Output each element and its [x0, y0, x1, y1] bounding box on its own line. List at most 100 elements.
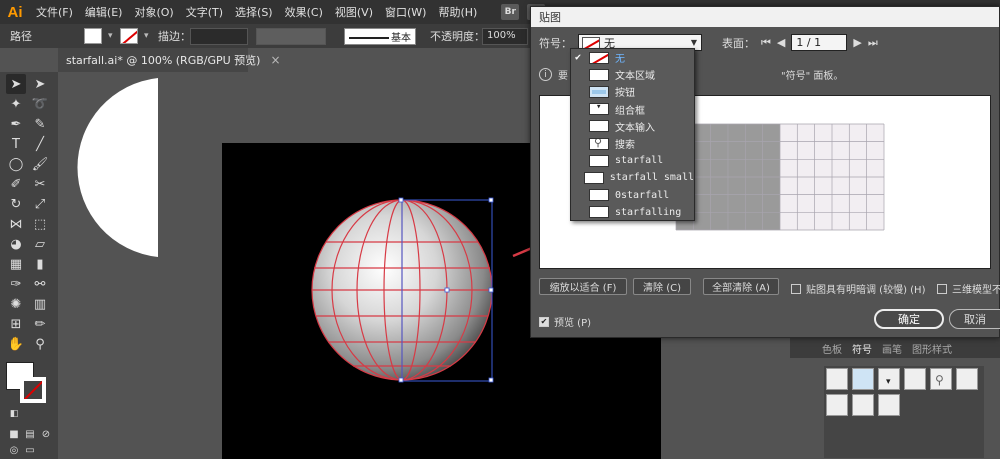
preview-checkbox-row[interactable]: ✔ 预览 (P) — [539, 314, 591, 329]
dropdown-item-none[interactable]: ✔ 无 — [571, 49, 694, 66]
scale-to-fit-button[interactable]: 缩放以适合 (F) — [539, 278, 627, 295]
menu-view[interactable]: 视图(V) — [329, 4, 379, 20]
document-title: starfall.ai* @ 100% (RGB/GPU 预览) — [66, 54, 261, 67]
stroke-weight-input[interactable] — [190, 27, 248, 45]
shaded-artwork-checkbox-row[interactable]: 贴图具有明暗调 (较慢) (H) — [791, 281, 925, 296]
type-icon[interactable]: T — [6, 134, 26, 154]
symbol-tile[interactable] — [956, 368, 978, 390]
menu-effect[interactable]: 效果(C) — [279, 4, 329, 20]
selection-tool-icon[interactable]: ➤ — [6, 74, 26, 94]
tab-brushes[interactable]: 画笔 — [882, 341, 902, 356]
cancel-button[interactable]: 取消 — [949, 309, 1000, 329]
stroke-color-box[interactable] — [20, 377, 46, 403]
symbol-tile[interactable] — [826, 394, 848, 416]
menu-select[interactable]: 选择(S) — [229, 4, 279, 20]
dropdown-item-starfall[interactable]: starfall — [571, 152, 694, 169]
free-transform-icon[interactable]: ⬚ — [30, 214, 50, 234]
symbol-tile[interactable] — [852, 368, 874, 390]
zoom-icon[interactable]: ⚲ — [30, 334, 50, 354]
shaded-artwork-checkbox[interactable] — [791, 283, 801, 294]
graph-icon[interactable]: ▥ — [30, 294, 50, 314]
magic-wand-icon[interactable]: ✦ — [6, 94, 26, 114]
menu-window[interactable]: 窗口(W) — [379, 4, 432, 20]
eyedropper-icon[interactable]: ✑ — [6, 274, 26, 294]
bridge-icon[interactable]: Br — [501, 4, 520, 20]
variable-width-select[interactable] — [256, 27, 326, 45]
surface-input[interactable]: 1 / 1 — [791, 34, 848, 51]
half-circle-shape[interactable] — [77, 78, 158, 257]
last-surface-icon[interactable]: ⏭ — [868, 36, 878, 50]
direct-selection-tool-icon[interactable]: ➤ — [30, 74, 50, 94]
document-tab[interactable]: starfall.ai* @ 100% (RGB/GPU 预览) × — [58, 48, 281, 72]
gradient-icon[interactable]: ▮ — [30, 254, 50, 274]
stroke-swatch[interactable] — [120, 28, 138, 44]
symbol-tile[interactable] — [826, 368, 848, 390]
prev-surface-icon[interactable]: ◀ — [777, 36, 785, 49]
menu-type[interactable]: 文字(T) — [180, 4, 229, 20]
symbol-tile[interactable]: ⚲ — [930, 368, 952, 390]
shaded-artwork-label: 贴图具有明暗调 (较慢) (H) — [806, 285, 926, 296]
dropdown-item-starfall-small[interactable]: starfall small — [571, 169, 694, 186]
dropdown-item-search[interactable]: 搜索 — [571, 135, 694, 152]
dropdown-item-button[interactable]: 按钮 — [571, 83, 694, 100]
dropdown-item-starfalling[interactable]: starfalling — [571, 204, 694, 221]
default-colors-icon[interactable]: ◧ — [4, 404, 24, 424]
tools-panel: ➤ ➤ ✦ ➰ ✒ ✎ T ╱ ◯ 🖌 ✐ ✂ ↻ ⤢ ⋈ ⬚ ◕ ▱ ▦ ▮ … — [0, 72, 58, 459]
ellipse-icon[interactable]: ◯ — [6, 154, 26, 174]
menu-object[interactable]: 对象(O) — [128, 4, 179, 20]
mesh-icon[interactable]: ▦ — [6, 254, 26, 274]
symbol-tile[interactable] — [852, 394, 874, 416]
preview-label: 预览 (P) — [554, 318, 592, 329]
artboard-icon[interactable]: ⊞ — [6, 314, 26, 334]
tab-swatches[interactable]: 色板 — [822, 341, 842, 356]
hand-icon[interactable]: ✋ — [6, 334, 26, 354]
scale-icon[interactable]: ⤢ — [30, 194, 50, 214]
pen-icon[interactable]: ✒ — [6, 114, 26, 134]
menu-edit[interactable]: 编辑(E) — [79, 4, 129, 20]
invisible-geometry-checkbox[interactable] — [937, 283, 947, 294]
tab-symbols[interactable]: 符号 — [852, 341, 872, 356]
shaper-icon[interactable]: ✐ — [6, 174, 26, 194]
first-surface-icon[interactable]: ⏮ — [761, 36, 771, 50]
stroke-style-select[interactable]: 基本 — [344, 27, 416, 45]
scissors-icon[interactable]: ✂ — [30, 174, 50, 194]
clear-all-button[interactable]: 全部清除 (A) — [703, 278, 779, 295]
app-logo: Ai — [7, 3, 23, 21]
dropdown-item-combo-box[interactable]: 组合框 — [571, 101, 694, 118]
opacity-input[interactable]: 100% — [482, 27, 528, 45]
preview-checkbox[interactable]: ✔ — [539, 316, 549, 327]
stroke-style-value: 基本 — [391, 32, 411, 44]
slice-icon[interactable]: ✏ — [30, 314, 50, 334]
invisible-geometry-checkbox-row[interactable]: 三维模型不可见 (V) — [937, 281, 1000, 296]
fill-dropdown-icon[interactable]: ▾ — [108, 31, 113, 41]
curvature-icon[interactable]: ✎ — [30, 114, 50, 134]
next-surface-icon[interactable]: ▶ — [853, 36, 861, 49]
fill-swatch[interactable] — [84, 28, 102, 44]
ok-button[interactable]: 确定 — [874, 309, 944, 329]
paintbrush-icon[interactable]: 🖌 — [30, 154, 50, 174]
clear-button[interactable]: 清除 (C) — [633, 278, 691, 295]
stroke-dropdown-icon[interactable]: ▾ — [144, 31, 149, 41]
dropdown-item-0starfall[interactable]: 0starfall — [571, 187, 694, 204]
symbol-tile[interactable] — [904, 368, 926, 390]
symbol-sprayer-icon[interactable]: ✺ — [6, 294, 26, 314]
symbol-thumb-icon — [583, 171, 604, 184]
blend-icon[interactable]: ⚯ — [30, 274, 50, 294]
dropdown-item-text-input[interactable]: 文本输入 — [571, 118, 694, 135]
menu-file[interactable]: 文件(F) — [30, 4, 79, 20]
perspective-icon[interactable]: ▱ — [30, 234, 50, 254]
menu-help[interactable]: 帮助(H) — [432, 4, 483, 20]
opacity-label: 不透明度： — [430, 30, 485, 43]
lasso-icon[interactable]: ➰ — [30, 94, 50, 114]
screen-mode-icon[interactable]: ▭ — [20, 440, 40, 459]
shape-builder-icon[interactable]: ◕ — [6, 234, 26, 254]
close-icon[interactable]: × — [270, 53, 280, 67]
symbol-tile[interactable] — [878, 394, 900, 416]
symbol-tile[interactable]: ▾ — [878, 368, 900, 390]
tab-graphic-styles[interactable]: 图形样式 — [912, 341, 952, 356]
combo-thumb-icon — [589, 103, 609, 116]
dropdown-item-text-area[interactable]: 文本区域 — [571, 66, 694, 83]
rotate-icon[interactable]: ↻ — [6, 194, 26, 214]
line-icon[interactable]: ╱ — [30, 134, 50, 154]
width-icon[interactable]: ⋈ — [6, 214, 26, 234]
